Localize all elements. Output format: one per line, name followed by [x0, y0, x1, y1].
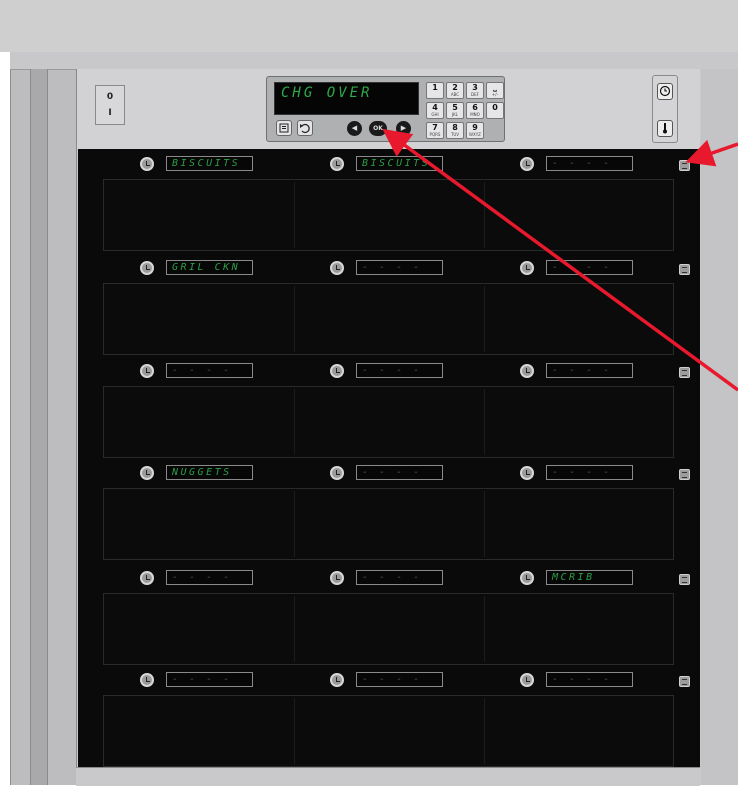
annotation-arrow-to-shelf-button	[685, 139, 738, 167]
annotation-arrow-to-ok-button	[382, 128, 738, 392]
annotation-layer	[382, 128, 738, 392]
